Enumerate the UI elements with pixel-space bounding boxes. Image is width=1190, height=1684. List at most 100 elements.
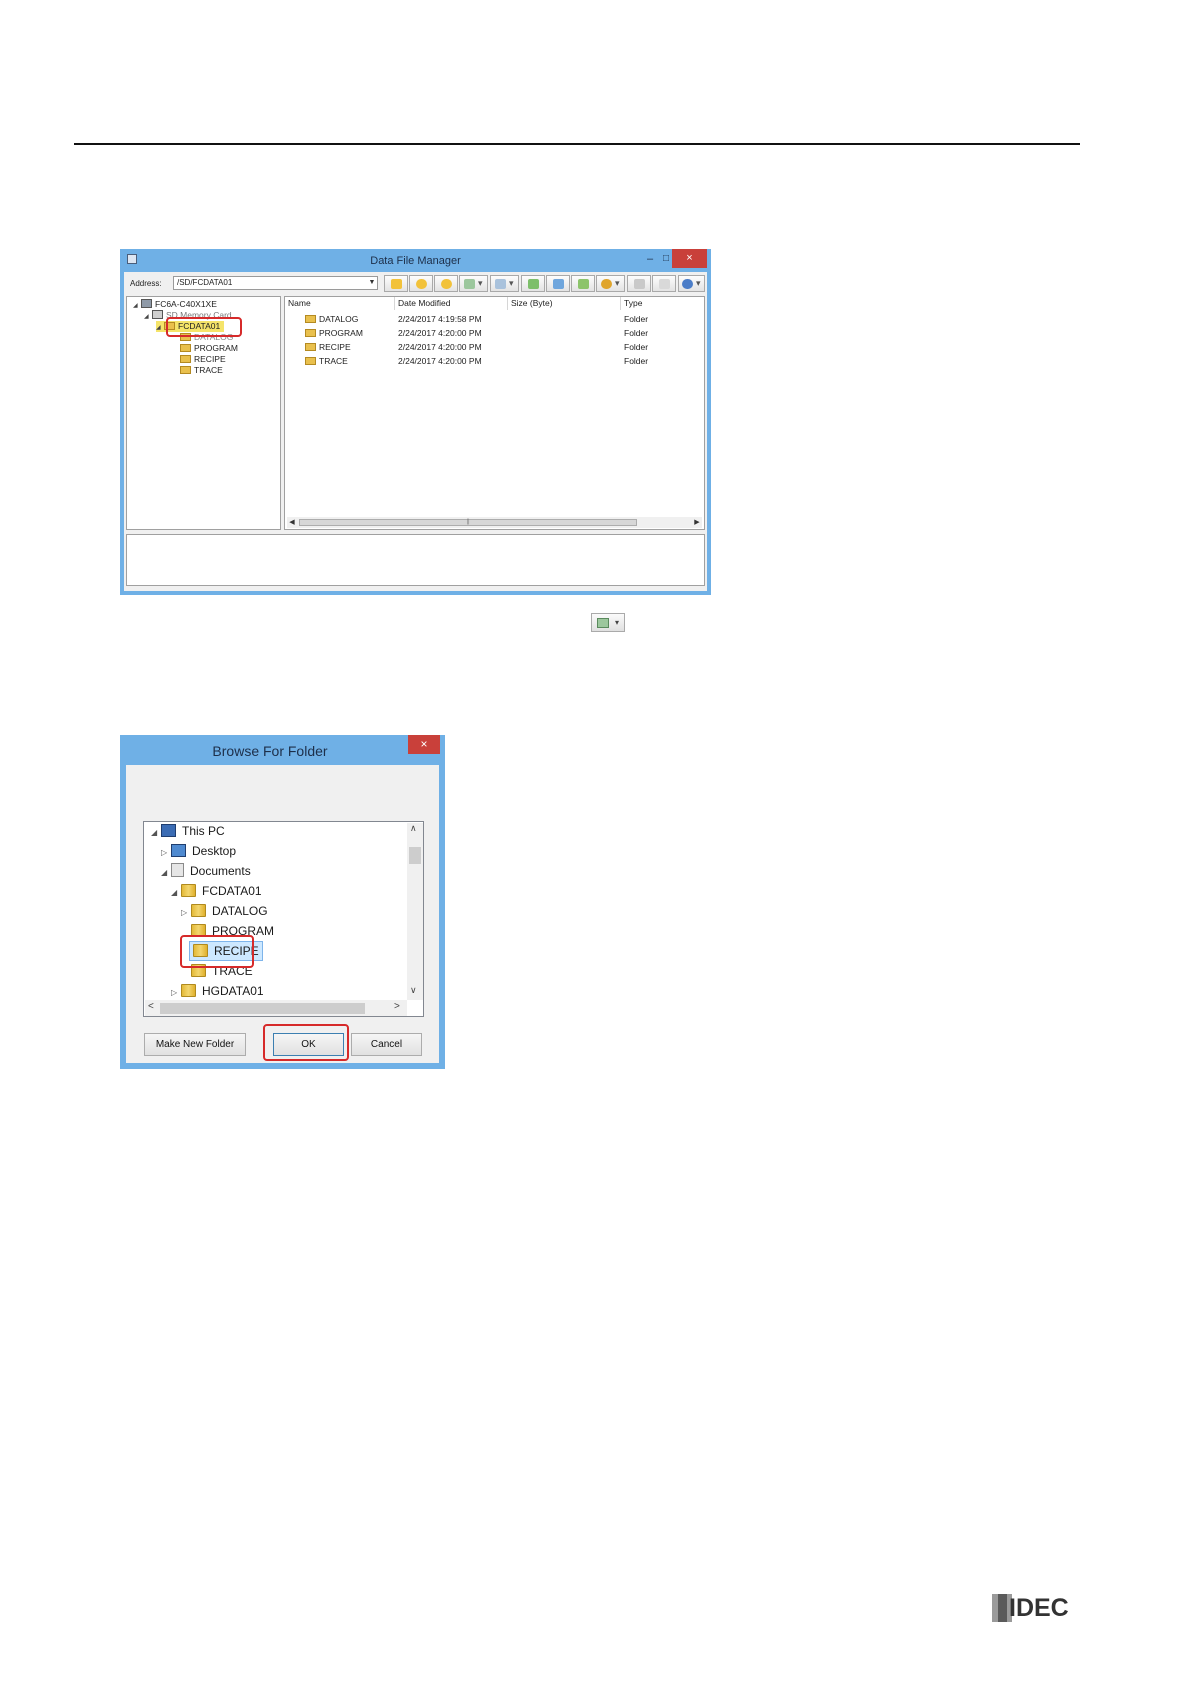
inline-download-button-icon: ▾	[591, 613, 625, 632]
download-to-pc-icon	[597, 618, 609, 628]
open-button[interactable]	[409, 275, 433, 292]
expand-arrow-icon[interactable]: ▷	[161, 844, 171, 862]
paste-button[interactable]	[627, 275, 651, 292]
row-type: Folder	[624, 356, 649, 366]
sync-button[interactable]	[571, 275, 595, 292]
tree-root[interactable]: ◢ FC6A-C40X1XE	[133, 299, 217, 310]
row-date: 2/24/2017 4:20:00 PM	[398, 356, 482, 366]
cancel-button[interactable]: Cancel	[351, 1033, 422, 1056]
sd-card-icon	[152, 310, 163, 319]
collapse-arrow-icon[interactable]: ◢	[144, 312, 152, 323]
row-type: Folder	[624, 328, 649, 338]
scroll-up-icon[interactable]: ∧	[410, 823, 417, 834]
tree-item-documents[interactable]: ◢ Documents	[161, 862, 251, 880]
scroll-thumb[interactable]	[160, 1003, 365, 1014]
help-button[interactable]: ▾	[678, 275, 705, 292]
folder-icon	[305, 315, 316, 323]
expand-arrow-icon[interactable]: ▷	[181, 904, 191, 922]
scroll-left-icon[interactable]: ◀	[287, 517, 297, 528]
copy-button[interactable]	[546, 275, 570, 292]
dialog-close-button[interactable]: ×	[408, 735, 440, 754]
collapse-arrow-icon[interactable]: ◢	[161, 864, 171, 882]
logo-mark-inner	[998, 1594, 1007, 1622]
tree-item-label: TRACE	[194, 365, 223, 375]
status-pane	[126, 534, 705, 586]
tree-item-label: Documents	[190, 864, 251, 878]
computer-icon	[161, 824, 176, 837]
chevron-down-icon[interactable]: ▼	[366, 276, 378, 290]
scroll-down-icon[interactable]: ∨	[410, 985, 417, 996]
tree-item-label: PROGRAM	[194, 343, 238, 353]
close-button[interactable]: ×	[672, 249, 707, 268]
download-button[interactable]: ▾	[459, 275, 488, 292]
folder-icon	[180, 355, 191, 363]
column-header-type[interactable]: Type	[621, 297, 706, 310]
collapse-arrow-icon[interactable]: ◢	[151, 824, 161, 842]
plc-icon	[141, 299, 152, 308]
address-label: Address:	[130, 279, 162, 288]
row-name: PROGRAM	[319, 328, 363, 338]
tree-item-label: HGDATA01	[202, 984, 264, 998]
format-button[interactable]: ▾	[596, 275, 625, 292]
column-header-name[interactable]: Name	[285, 297, 395, 310]
format-icon	[601, 278, 613, 289]
file-list[interactable]: Name Date Modified Size (Byte) Type DATA…	[284, 296, 705, 530]
address-input[interactable]: /SD/FCDATA01	[173, 276, 378, 290]
properties-button[interactable]	[652, 275, 676, 292]
help-icon	[682, 278, 694, 289]
folder-button[interactable]	[434, 275, 458, 292]
vertical-scrollbar[interactable]: ∧ ∨	[407, 823, 423, 1000]
refresh-icon	[527, 278, 539, 289]
column-header-date[interactable]: Date Modified	[395, 297, 508, 310]
folder-icon	[305, 357, 316, 365]
tree-item-recipe[interactable]: RECIPE	[180, 354, 226, 365]
row-name: DATALOG	[319, 314, 359, 324]
tree-item-label: RECIPE	[194, 354, 226, 364]
folder-tree[interactable]: ◢ This PC ▷ Desktop ◢ Documents ◢ FCDATA01 ▷…	[143, 821, 424, 1017]
scroll-right-icon[interactable]: >	[394, 1001, 400, 1012]
download-icon	[464, 278, 476, 289]
row-date: 2/24/2017 4:20:00 PM	[398, 328, 482, 338]
window-title: Data File Manager	[370, 255, 461, 267]
highlight-box	[180, 935, 254, 968]
scroll-thumb[interactable]	[409, 847, 421, 864]
tree-item-program[interactable]: PROGRAM	[180, 343, 238, 354]
upload-icon	[495, 278, 507, 289]
scroll-left-icon[interactable]: <	[148, 1001, 154, 1012]
tree-item-fcdata01[interactable]: ◢ FCDATA01	[171, 882, 262, 900]
refresh-button[interactable]	[521, 275, 545, 292]
make-new-folder-button[interactable]: Make New Folder	[144, 1033, 246, 1056]
tree-item-desktop[interactable]: ▷ Desktop	[161, 842, 236, 860]
scroll-thumb[interactable]: ||	[299, 519, 637, 526]
dialog-title: Browse For Folder	[212, 743, 328, 759]
collapse-arrow-icon[interactable]: ◢	[156, 323, 164, 334]
header-rule	[74, 143, 1080, 145]
tree-item-this-pc[interactable]: ◢ This PC	[151, 822, 225, 840]
row-name: TRACE	[319, 356, 348, 366]
row-date: 2/24/2017 4:20:00 PM	[398, 342, 482, 352]
collapse-arrow-icon[interactable]: ◢	[133, 301, 141, 312]
paste-icon	[633, 278, 645, 289]
add-button[interactable]	[384, 275, 408, 292]
desktop-icon	[171, 844, 186, 857]
device-tree[interactable]: ◢ FC6A-C40X1XE ◢ SD Memory Card ◢ FCDATA01 …	[126, 296, 281, 530]
chevron-down-icon: ▾	[615, 618, 620, 627]
scroll-right-icon[interactable]: ▶	[692, 517, 702, 528]
tree-item-hgdata01[interactable]: ▷ HGDATA01	[171, 982, 264, 1000]
tree-item-datalog[interactable]: ▷ DATALOG	[181, 902, 268, 920]
browse-for-folder-dialog: Browse For Folder × ◢ This PC ▷ Desktop ◢ D…	[120, 735, 445, 1069]
upload-button[interactable]: ▾	[490, 275, 519, 292]
folder-icon	[181, 884, 196, 897]
dialog-client: ◢ This PC ▷ Desktop ◢ Documents ◢ FCDATA01 ▷…	[126, 765, 439, 1063]
horizontal-scrollbar[interactable]: < >	[145, 1000, 407, 1016]
folder-icon	[440, 278, 452, 289]
row-type: Folder	[624, 314, 649, 324]
tree-item-trace[interactable]: TRACE	[180, 365, 223, 376]
column-header-size[interactable]: Size (Byte)	[508, 297, 621, 310]
properties-icon	[658, 278, 670, 289]
horizontal-scrollbar[interactable]: ◀ || ▶	[287, 517, 702, 528]
collapse-arrow-icon[interactable]: ◢	[171, 884, 181, 902]
logo-text: IDEC	[1009, 1594, 1069, 1622]
tree-item-label: Desktop	[192, 844, 237, 858]
folder-icon	[180, 344, 191, 352]
